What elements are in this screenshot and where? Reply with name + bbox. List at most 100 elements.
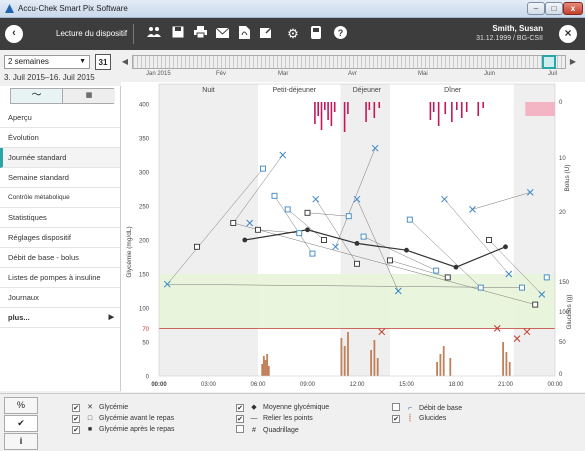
device-icon[interactable] [308, 26, 324, 42]
sidebar-item-journaux[interactable]: Journaux [0, 288, 120, 308]
print-icon[interactable] [192, 26, 208, 42]
checkbox-checked[interactable]: ✔ [236, 404, 244, 412]
connection-line [274, 195, 313, 254]
sidebar-item-listes-pompes[interactable]: Listes de pompes à insuline [0, 268, 120, 288]
sidebar-item-statistiques[interactable]: Statistiques [0, 208, 120, 228]
carb-bar [505, 352, 508, 376]
mean-glucose-point [503, 244, 508, 250]
main-toolbar: ‹ Lecture du dispositif ⚙ ? Smith, Susan… [0, 18, 585, 50]
legend-apres-repas[interactable]: ✔ ■ Glycémie après le repas [72, 425, 174, 435]
sidebar-item-apercu[interactable]: Aperçu [0, 108, 120, 128]
legend-moyenne[interactable]: ✔ ◆ Moyenne glycémique [236, 403, 329, 413]
carb-bar [373, 340, 376, 376]
checkbox-checked[interactable]: ✔ [236, 415, 244, 423]
sidebar-item-journee-standard[interactable]: Journée standard [0, 148, 120, 168]
sidebar-item-reglages-dispositif[interactable]: Réglages dispositif [0, 228, 120, 248]
x-axis-tick-label: 00:00 [151, 382, 167, 388]
checkbox-checked[interactable]: ✔ [72, 404, 80, 412]
email-icon[interactable] [214, 26, 230, 42]
x-axis-tick-label: 09:00 [300, 382, 316, 388]
checkbox-unchecked[interactable] [236, 425, 244, 433]
bolus-bar [347, 102, 349, 114]
close-window-button[interactable]: x [563, 2, 583, 15]
y-right-bolus-title: Bolus (U) [564, 164, 571, 191]
gear-icon[interactable]: ⚙ [285, 26, 301, 42]
bolus-bar [477, 102, 480, 116]
group-icon[interactable] [146, 26, 162, 42]
checkbox-checked[interactable]: ✔ [392, 415, 400, 423]
timeline-scrubber[interactable]: ◀ ▶ Jan 2015 Fév Mar Avr Mai Juin Juil [120, 55, 580, 81]
sidebar-item-controle-metabolique[interactable]: Contrôle métabolique [0, 188, 120, 208]
bolus-bar [456, 102, 458, 110]
maximize-button[interactable]: □ [545, 2, 563, 15]
patient-name: Smith, Susan [492, 24, 543, 33]
sidebar-item-plus[interactable]: plus... ▶ [0, 308, 120, 328]
carb-tick-label: 100 [559, 310, 570, 316]
x-axis-tick-label: 15:00 [399, 382, 415, 388]
connection-line [444, 199, 509, 275]
carb-tick-label: 0 [559, 372, 563, 378]
timeline-month: Jan 2015 [146, 71, 171, 77]
checkbox-unchecked[interactable] [392, 403, 400, 411]
table-view-icon[interactable]: ▦ [63, 89, 115, 103]
legend-quadrillage[interactable]: # Quadrillage [236, 425, 299, 436]
carb-tick-label: 50 [559, 340, 566, 346]
checkbox-checked[interactable]: ✔ [72, 426, 80, 434]
timeline-month: Juin [484, 71, 496, 77]
x-axis-tick-label: 21:00 [498, 382, 514, 388]
legend-glycemie[interactable]: ✔ ✕ Glycémie [72, 403, 128, 413]
carb-bar [376, 358, 379, 376]
grid-icon: # [252, 427, 256, 434]
sidebar-item-evolution[interactable]: Évolution [0, 128, 120, 148]
pdf-icon[interactable] [236, 26, 252, 42]
close-icon[interactable]: × [559, 25, 577, 43]
after-meal-point [193, 243, 200, 250]
carb-bar [370, 350, 372, 376]
legend-relier-points[interactable]: ✔ — Relier les points [236, 414, 313, 424]
legend-apres-repas-label: Glycémie après le repas [99, 426, 175, 433]
carb-bar [436, 362, 438, 376]
tab-info[interactable]: i [4, 433, 38, 450]
standard-day-chart: Nuit Petit-déjeuner Déjeuner Dîner 0 50 70 100 1… [121, 82, 585, 392]
sidebar-item-plus-label: plus... [8, 313, 30, 322]
after-meal-point [321, 237, 327, 243]
tab-percent[interactable]: % [4, 397, 38, 414]
carb-bar [449, 358, 452, 376]
save-icon[interactable] [170, 26, 186, 42]
before-meal-point [519, 284, 525, 291]
timeline-track[interactable] [132, 55, 566, 69]
back-arrow-icon[interactable]: ‹ [5, 25, 23, 43]
sidebar-item-debit-de-base-bolus[interactable]: Débit de base - bolus [0, 248, 120, 268]
bolus-bar [373, 102, 376, 118]
timeline-month: Avr [348, 71, 357, 77]
app-logo-icon [5, 4, 14, 13]
legend-avant-repas[interactable]: ✔ □ Glycémie avant le repas [72, 414, 174, 424]
mean-glucose-point [305, 227, 310, 233]
timeline-month: Juil [548, 71, 558, 77]
bolus-bar [451, 102, 453, 122]
legend-debit-base[interactable]: ⌐ Débit de base [392, 403, 462, 414]
timeline-next-icon[interactable]: ▶ [568, 55, 578, 69]
after-meal-point [255, 226, 261, 233]
calendar-icon[interactable]: 31 [95, 54, 111, 70]
period-label: Nuit [202, 87, 215, 94]
tab-checklist[interactable]: ✔ [4, 415, 38, 432]
export-icon[interactable] [258, 26, 274, 42]
view-toggle: 〜 ▦ [10, 88, 115, 104]
glycemia-point [312, 195, 320, 203]
period-dropdown[interactable]: 2 semaines ▼ [4, 55, 90, 69]
bolus-bar [324, 102, 326, 110]
sidebar-item-semaine-standard[interactable]: Semaine standard [0, 168, 120, 188]
timeline-range-handle[interactable] [542, 55, 556, 69]
graph-view-icon[interactable]: 〜 [11, 89, 63, 103]
carb-bar [262, 356, 265, 376]
legend-glucides[interactable]: ✔ ┋ Glucides [392, 414, 446, 424]
help-icon[interactable]: ? [332, 26, 348, 42]
period-label: Dîner [444, 87, 462, 94]
checkbox-checked[interactable]: ✔ [72, 415, 80, 423]
minimize-button[interactable]: – [527, 2, 545, 15]
timeline-prev-icon[interactable]: ◀ [120, 55, 130, 69]
bolus-extended-block [525, 102, 555, 116]
carb-bar [508, 362, 511, 376]
legend-avant-repas-label: Glycémie avant le repas [99, 415, 175, 422]
